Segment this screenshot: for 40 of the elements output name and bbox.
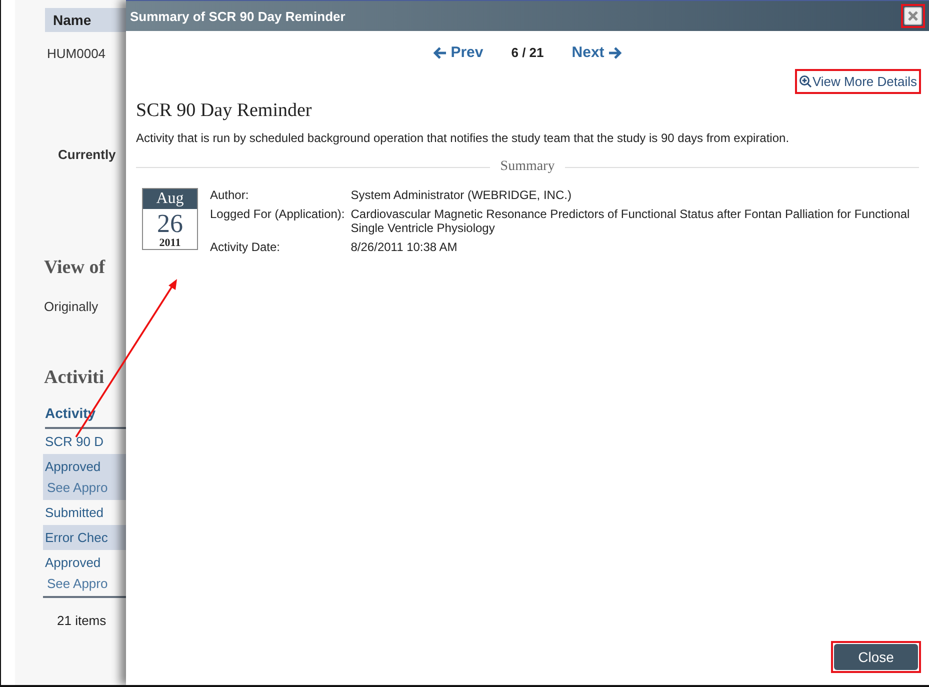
activity-description: Activity that is run by scheduled background operation that notifies the study team that the study is 90 days from expiration. <box>136 131 790 145</box>
activity-text: Error Chec <box>45 530 109 545</box>
activity-heading: SCR 90 Day Reminder <box>136 100 313 122</box>
view-heading: View of <box>44 257 106 279</box>
field-label: Author: <box>210 188 250 202</box>
arrow-right-icon <box>608 46 622 58</box>
activity-text: SCR 90 D <box>45 434 105 449</box>
zoom-in-icon <box>799 75 812 88</box>
activities-heading: Activiti <box>44 367 106 389</box>
activity-row[interactable]: Submitted <box>43 500 126 525</box>
prev-link[interactable]: Prev <box>432 44 484 61</box>
view-more-details-link[interactable]: View More Details <box>798 72 918 91</box>
activity-row[interactable]: Error Chec <box>43 525 126 550</box>
calendar-day: 26 <box>157 211 183 237</box>
dialog-title: Summary of SCR 90 Day Reminder <box>130 8 346 24</box>
close-button[interactable]: Close <box>834 644 918 670</box>
activity-row[interactable]: SCR 90 D <box>43 429 126 454</box>
field-value: Cardiovascular Magnetic Resonance Predictors of Functional Status after Fontan Palliation for Functional Single Ventricle Physiology <box>350 207 911 235</box>
field-label: Activity Date: <box>210 240 282 254</box>
page-position: 6 / 21 <box>511 45 544 60</box>
field-label: Logged For (Application): <box>210 207 345 223</box>
table-header: Name <box>45 8 126 32</box>
activity-text: Approved <box>45 555 102 570</box>
item-count: 21 items <box>57 613 108 628</box>
activity-text: See Appro <box>46 576 109 591</box>
next-link[interactable]: Next <box>572 44 622 61</box>
section-title: Summary <box>500 159 555 175</box>
activity-row[interactable]: Approved See Appro <box>43 454 126 500</box>
activity-text: See Appro <box>46 480 109 495</box>
field-value: System Administrator (WEBRIDGE, INC.) <box>350 188 572 202</box>
currently-label: Currently <box>58 147 117 162</box>
activity-row[interactable]: Approved See Appro <box>43 550 126 596</box>
field-value: 8/26/2011 10:38 AM <box>350 240 458 254</box>
originally-label: Originally <box>44 299 100 314</box>
calendar-year: 2011 <box>159 237 181 249</box>
activity-text: Approved <box>45 459 102 474</box>
record-id: HUM0004 <box>47 46 107 61</box>
arrow-left-icon <box>432 46 447 58</box>
activity-text: Submitted <box>45 505 105 520</box>
calendar-month: Aug <box>143 189 197 209</box>
